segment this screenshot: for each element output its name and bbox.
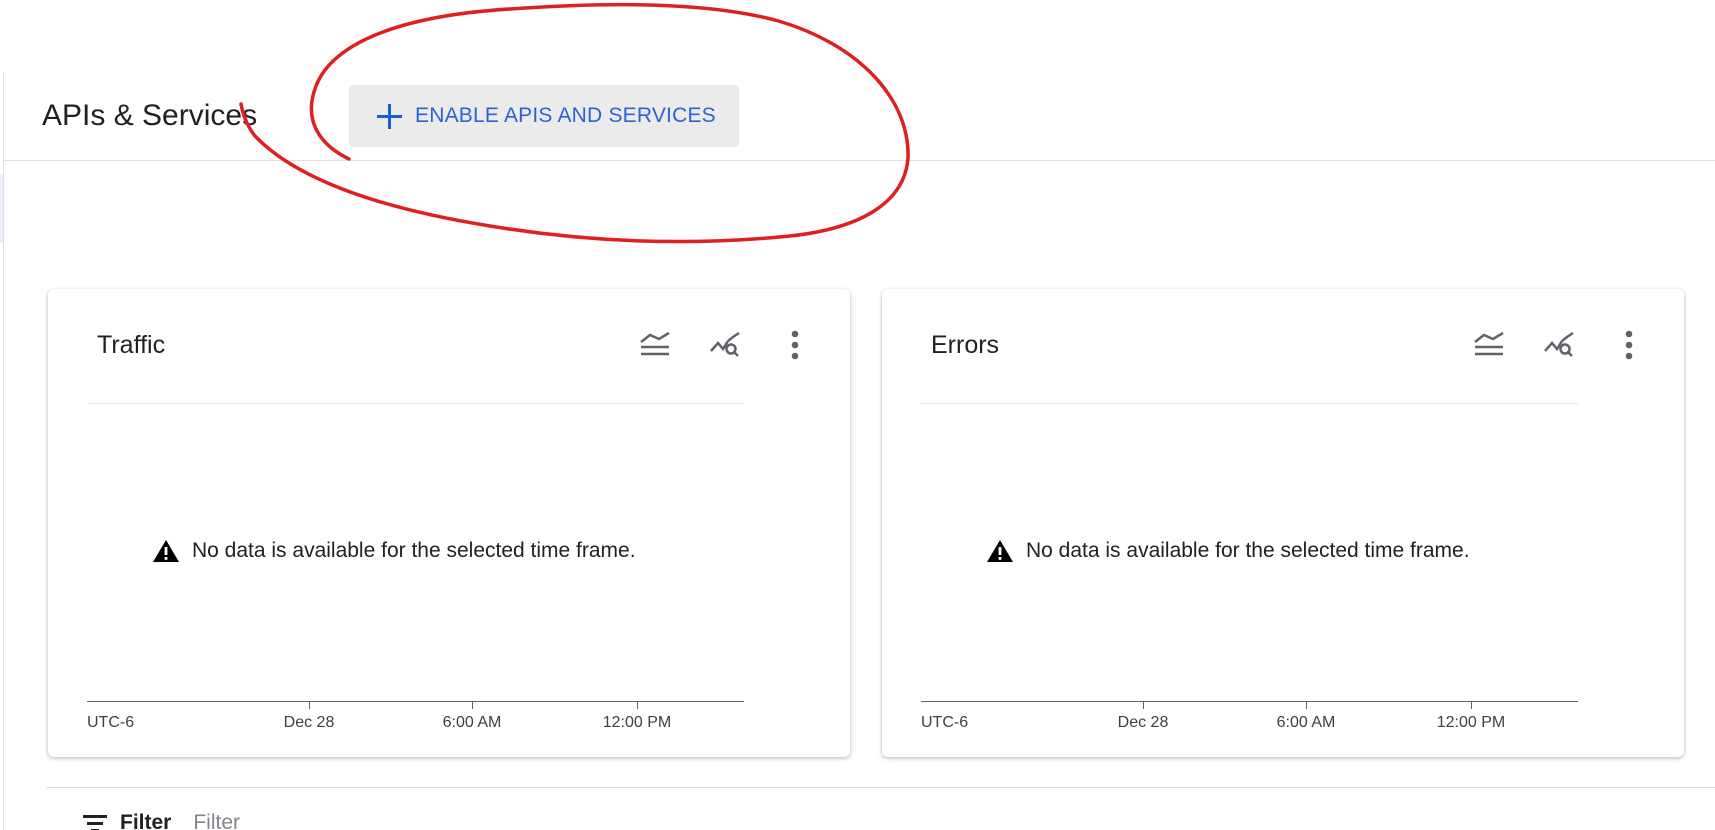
legend-toggle-icon bbox=[1474, 331, 1504, 356]
card-divider bbox=[87, 403, 744, 404]
page-title: APIs & Services bbox=[42, 99, 258, 132]
warning-icon bbox=[153, 540, 179, 562]
left-nav-border bbox=[3, 72, 4, 830]
plus-icon bbox=[373, 100, 405, 132]
more-vert-icon bbox=[1625, 330, 1633, 360]
explore-metrics-button[interactable] bbox=[705, 325, 745, 365]
timezone-label: UTC-6 bbox=[921, 714, 969, 731]
no-data-text: No data is available for the selected ti… bbox=[192, 539, 636, 562]
x-axis-tick bbox=[1143, 701, 1144, 709]
x-axis-tick bbox=[1471, 701, 1472, 709]
left-nav-active-indicator bbox=[0, 175, 3, 243]
x-axis-tick-label: 6:00 AM bbox=[1276, 714, 1336, 731]
filter-bar: Filter bbox=[82, 808, 494, 830]
warning-icon bbox=[987, 540, 1013, 562]
legend-toggle-button[interactable] bbox=[1469, 325, 1509, 365]
enable-apis-button[interactable]: ENABLE APIS AND SERVICES bbox=[349, 85, 739, 147]
x-axis-tick bbox=[1306, 701, 1307, 709]
explore-metrics-icon bbox=[1544, 331, 1574, 357]
x-axis-tick-label: Dec 28 bbox=[283, 714, 335, 731]
errors-chart-card: Errors No data is available for the sele… bbox=[882, 289, 1684, 757]
traffic-chart-card: Traffic No data is available for the sel… bbox=[48, 289, 850, 757]
explore-metrics-icon bbox=[710, 331, 740, 357]
api-services-page: APIs & Services ENABLE APIS AND SERVICES… bbox=[0, 0, 1715, 830]
no-data-message: No data is available for the selected ti… bbox=[152, 539, 636, 563]
x-axis-tick bbox=[472, 701, 473, 709]
more-options-button[interactable] bbox=[775, 325, 815, 365]
x-axis-tick-label: 12:00 PM bbox=[1436, 714, 1506, 731]
x-axis-tick-label: 12:00 PM bbox=[602, 714, 672, 731]
x-axis-line bbox=[87, 701, 744, 702]
x-axis-line bbox=[921, 701, 1578, 702]
explore-metrics-button[interactable] bbox=[1539, 325, 1579, 365]
filter-label: Filter bbox=[120, 811, 172, 830]
page-header bbox=[4, 72, 1715, 161]
x-axis-tick-label: 6:00 AM bbox=[442, 714, 502, 731]
enable-apis-button-label: ENABLE APIS AND SERVICES bbox=[415, 104, 716, 127]
card-title: Errors bbox=[931, 331, 1000, 359]
x-axis-tick-label: Dec 28 bbox=[1117, 714, 1169, 731]
timezone-label: UTC-6 bbox=[87, 714, 135, 731]
x-axis-tick bbox=[309, 701, 310, 709]
x-axis-tick bbox=[637, 701, 638, 709]
more-options-button[interactable] bbox=[1609, 325, 1649, 365]
card-title: Traffic bbox=[97, 331, 166, 359]
legend-toggle-button[interactable] bbox=[635, 325, 675, 365]
card-divider bbox=[921, 403, 1578, 404]
legend-toggle-icon bbox=[640, 331, 670, 356]
filter-input[interactable] bbox=[193, 811, 494, 830]
no-data-message: No data is available for the selected ti… bbox=[986, 539, 1470, 563]
section-divider bbox=[46, 787, 1715, 788]
more-vert-icon bbox=[791, 330, 799, 360]
no-data-text: No data is available for the selected ti… bbox=[1026, 539, 1470, 562]
filter-list-icon bbox=[82, 813, 108, 830]
